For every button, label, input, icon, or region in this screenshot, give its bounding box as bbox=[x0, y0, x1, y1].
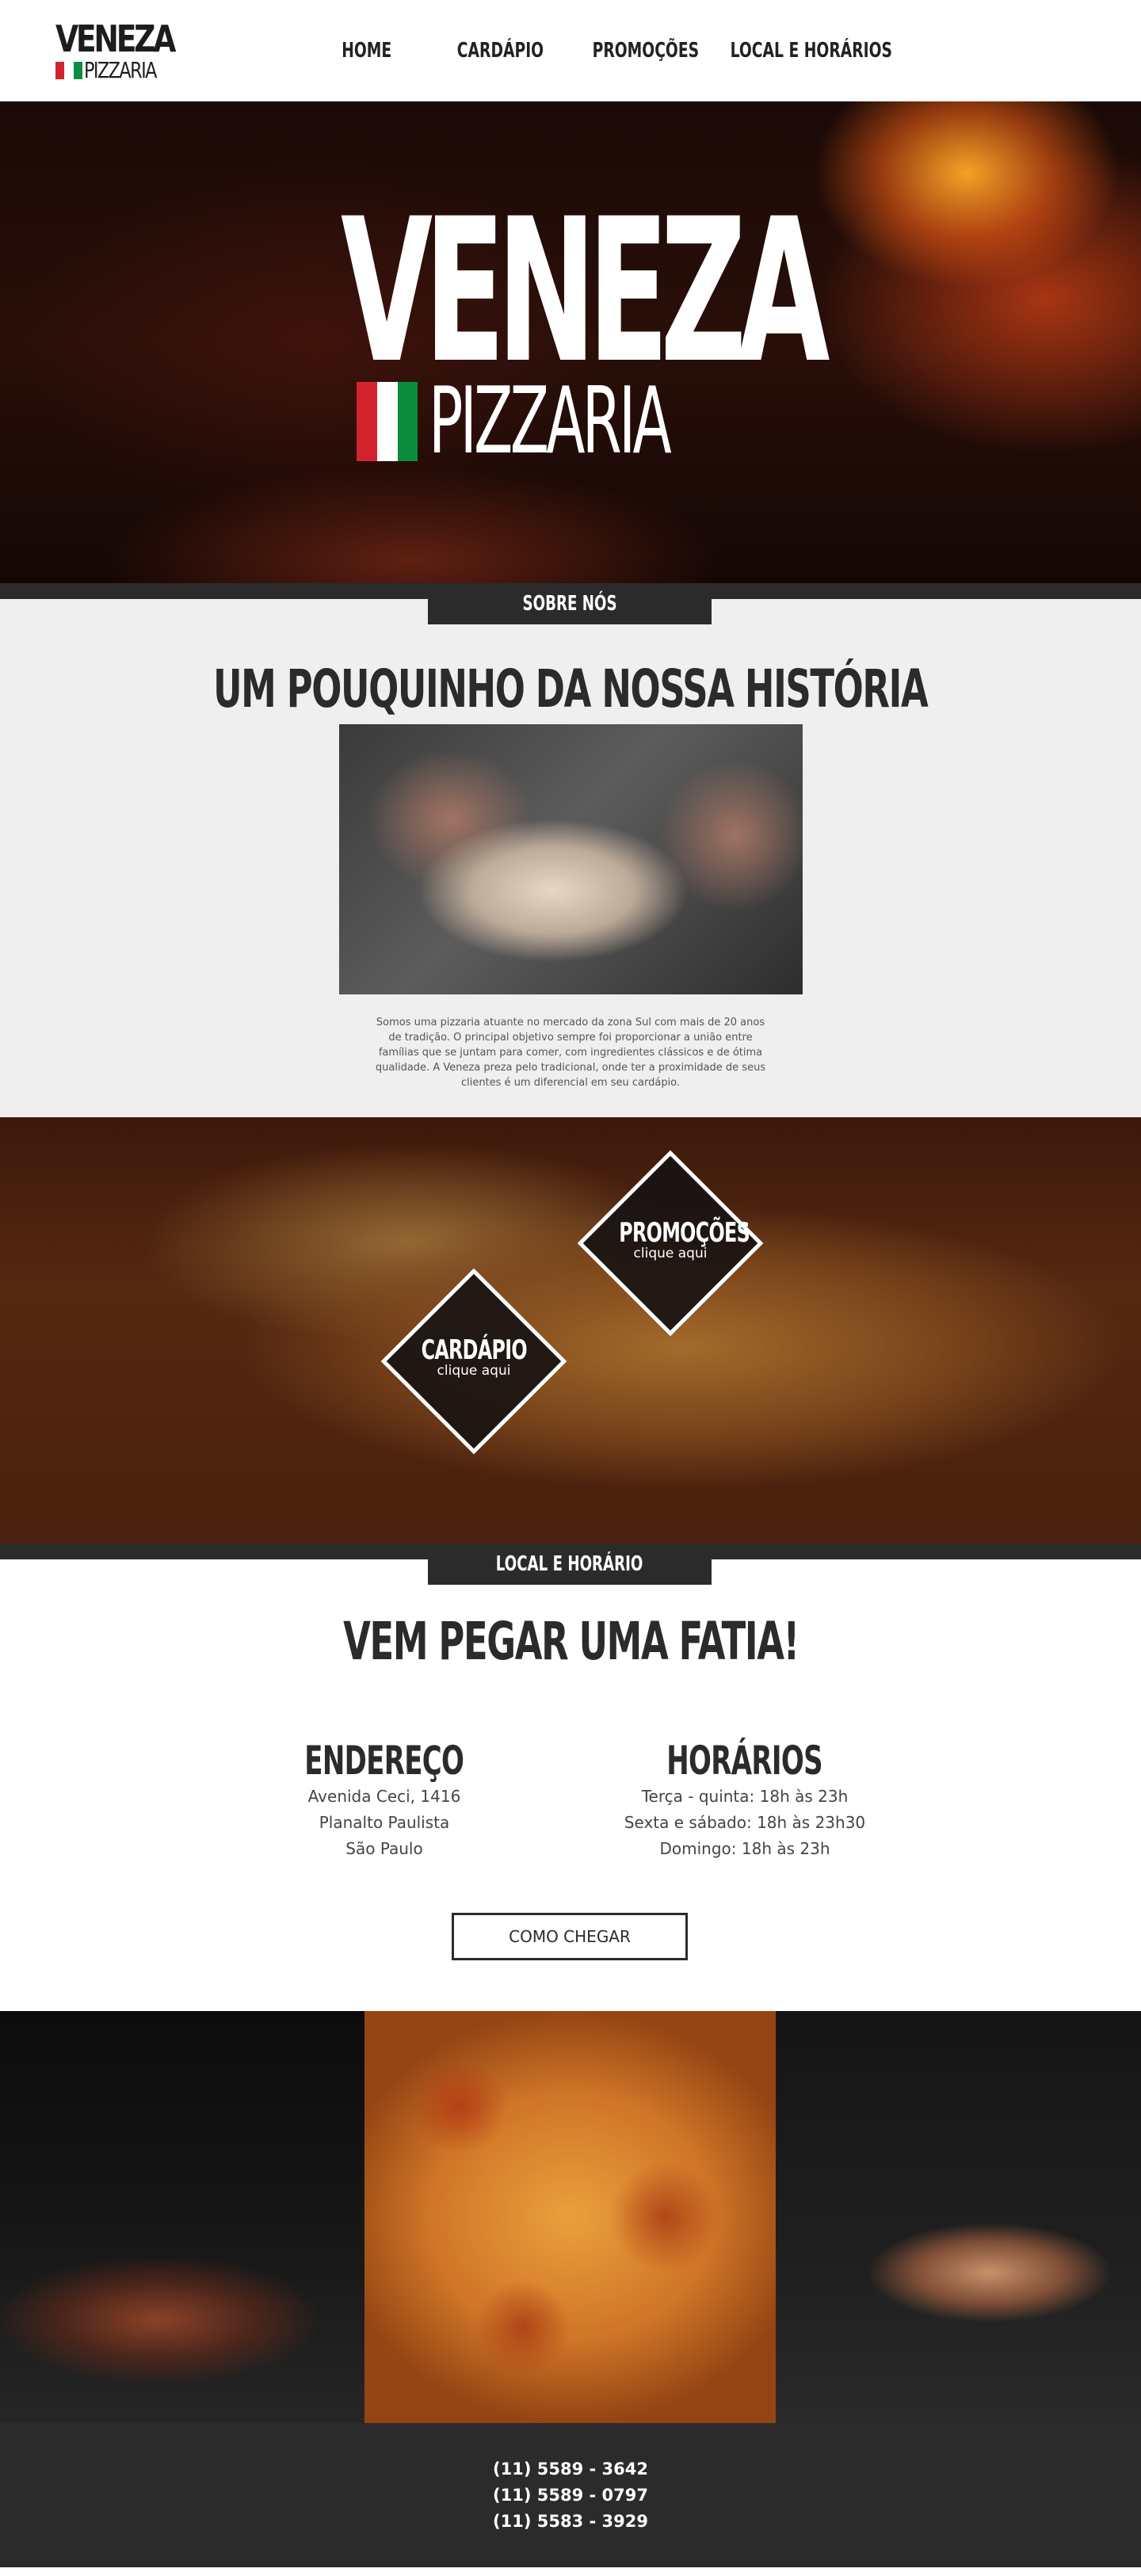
site-header: VENEZA PIZZARIA HOME CARDÁPIO PROMOÇÕES … bbox=[0, 0, 1141, 101]
local-section: VEM PEGAR UMA FATIA! ENDEREÇO Avenida Ce… bbox=[0, 1559, 1141, 2011]
logo-subtitle: PIZZARIA bbox=[84, 57, 157, 83]
como-chegar-button[interactable]: COMO CHEGAR bbox=[452, 1913, 688, 1960]
hero-banner: VENEZA PIZZARIA bbox=[0, 101, 1141, 583]
promo-section: PROMOÇÕES clique aqui CARDÁPIO clique aq… bbox=[0, 1117, 1141, 1544]
dough-image bbox=[339, 724, 803, 994]
about-section: UM POUQUINHO DA NOSSA HISTÓRIA Somos uma… bbox=[0, 599, 1141, 1117]
about-text: Somos uma pizzaria atuante no mercado da… bbox=[375, 1017, 766, 1089]
site-logo[interactable]: VENEZA PIZZARIA bbox=[55, 17, 176, 84]
gallery-image-pizza-closeup bbox=[364, 2011, 776, 2423]
about-tab-label: SOBRE NÓS bbox=[522, 592, 617, 616]
address-line: São Paulo bbox=[345, 1839, 423, 1858]
hours-line: Domingo: 18h às 23h bbox=[659, 1839, 830, 1858]
hero-logo: VENEZA PIZZARIA bbox=[341, 176, 830, 475]
promocoes-link[interactable]: PROMOÇÕES clique aqui bbox=[591, 1217, 750, 1261]
hours-title: HORÁRIOS bbox=[666, 1738, 823, 1784]
pizza-gallery bbox=[0, 2011, 1141, 2423]
about-band: SOBRE NÓS bbox=[0, 583, 1141, 624]
cardapio-title: CARDÁPIO bbox=[421, 1334, 527, 1366]
main-nav: HOME CARDÁPIO PROMOÇÕES LOCAL E HORÁRIOS bbox=[333, 0, 894, 101]
site-footer: (11) 5589 - 3642 (11) 5589 - 0797 (11) 5… bbox=[0, 2423, 1141, 2567]
address-line: Avenida Ceci, 1416 bbox=[307, 1787, 461, 1806]
hours-line: Sexta e sábado: 18h às 23h30 bbox=[624, 1813, 866, 1832]
italy-flag-icon bbox=[55, 62, 82, 79]
logo-title: VENEZA bbox=[55, 17, 176, 60]
phone-number[interactable]: (11) 5583 - 3929 bbox=[493, 2509, 648, 2535]
cardapio-link[interactable]: CARDÁPIO clique aqui bbox=[395, 1334, 553, 1379]
nav-local-horarios[interactable]: LOCAL E HORÁRIOS bbox=[731, 39, 892, 63]
local-band: LOCAL E HORÁRIO bbox=[0, 1544, 1141, 1585]
hero-subtitle: PIZZARIA bbox=[429, 368, 672, 475]
phone-number[interactable]: (11) 5589 - 0797 bbox=[493, 2483, 648, 2509]
phone-number[interactable]: (11) 5589 - 3642 bbox=[493, 2456, 648, 2483]
address-column: ENDEREÇO Avenida Ceci, 1416 Planalto Pau… bbox=[250, 1738, 519, 1862]
nav-cardapio[interactable]: CARDÁPIO bbox=[457, 39, 544, 63]
local-title: VEM PEGAR UMA FATIA! bbox=[342, 1611, 799, 1672]
promocoes-title: PROMOÇÕES bbox=[619, 1217, 750, 1249]
address-title: ENDEREÇO bbox=[304, 1738, 465, 1784]
gallery-image-pizza-tray bbox=[0, 2011, 364, 2423]
nav-promocoes[interactable]: PROMOÇÕES bbox=[593, 39, 700, 63]
about-tab: SOBRE NÓS bbox=[428, 583, 712, 624]
gallery-image-pizza-slice bbox=[776, 2011, 1141, 2423]
hero-title: VENEZA bbox=[341, 176, 830, 406]
hours-column: HORÁRIOS Terça - quinta: 18h às 23h Sext… bbox=[610, 1738, 880, 1862]
address-line: Planalto Paulista bbox=[319, 1813, 450, 1832]
about-title: UM POUQUINHO DA NOSSA HISTÓRIA bbox=[213, 658, 929, 719]
local-tab: LOCAL E HORÁRIO bbox=[428, 1544, 712, 1585]
hours-line: Terça - quinta: 18h às 23h bbox=[641, 1787, 849, 1806]
local-tab-label: LOCAL E HORÁRIO bbox=[496, 1552, 643, 1576]
nav-home[interactable]: HOME bbox=[342, 39, 391, 63]
